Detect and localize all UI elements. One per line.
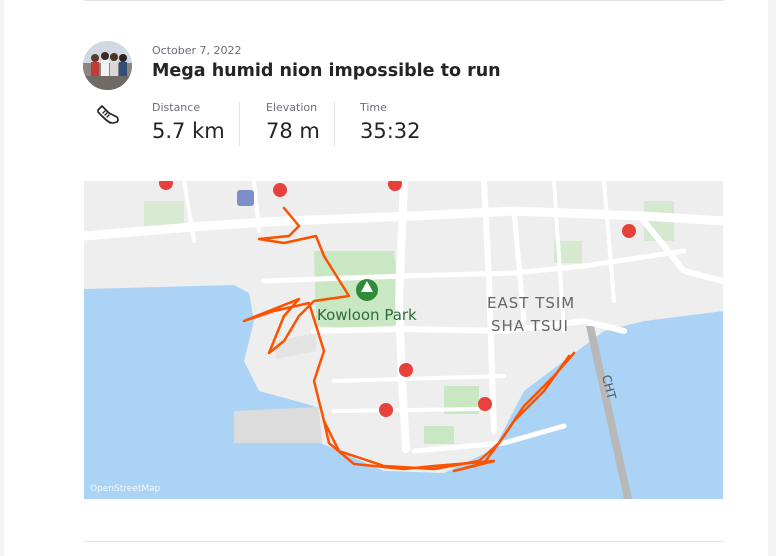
stat-separator <box>239 101 240 147</box>
athlete-avatar[interactable] <box>83 41 132 90</box>
activity-title[interactable]: Mega humid nion impossible to run <box>152 61 501 81</box>
bus-station-icon <box>237 190 254 206</box>
stat-elevation-label: Elevation <box>266 101 318 114</box>
map-pier <box>234 407 322 443</box>
avatar-photo <box>83 41 132 90</box>
map-park <box>424 426 454 444</box>
route-map[interactable]: Kowloon Park EAST TSIM SHA TSUI CHT Open… <box>84 181 723 499</box>
district-label: SHA TSUI <box>491 317 569 335</box>
top-divider <box>84 0 724 1</box>
stat-distance-label: Distance <box>152 101 201 114</box>
route-map-canvas: Kowloon Park EAST TSIM SHA TSUI CHT Open… <box>84 181 723 499</box>
district-label: EAST TSIM <box>487 294 575 312</box>
stat-distance: Distance 5.7 km <box>152 101 225 143</box>
stat-separator <box>334 101 335 147</box>
stat-distance-value: 5.7 km <box>152 119 225 143</box>
running-shoe-icon <box>95 101 121 127</box>
park-label: Kowloon Park <box>317 306 417 324</box>
map-park <box>144 201 184 226</box>
stat-elevation-value: 78 m <box>266 119 320 143</box>
stat-elevation: Elevation 78 m <box>266 101 320 143</box>
stat-time-value: 35:32 <box>360 119 421 143</box>
bottom-divider <box>84 541 724 542</box>
stat-time-label: Time <box>360 101 387 114</box>
map-attribution[interactable]: OpenStreetMap <box>90 484 161 494</box>
activity-date: October 7, 2022 <box>152 44 242 57</box>
stat-time: Time 35:32 <box>360 101 421 143</box>
